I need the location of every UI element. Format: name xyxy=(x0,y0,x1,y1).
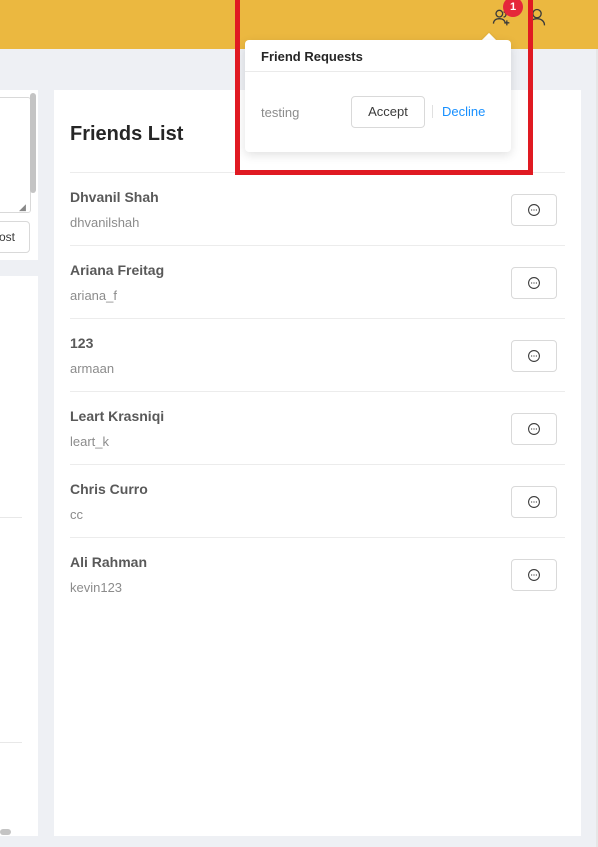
friend-list: Dhvanil Shah dhvanilshah Ariana Freitag … xyxy=(70,172,565,610)
decline-link[interactable]: Decline xyxy=(442,104,485,119)
friends-list-title: Friends List xyxy=(70,123,184,145)
user-icon xyxy=(528,8,546,26)
message-icon xyxy=(528,496,540,508)
action-separator xyxy=(432,105,433,118)
popover-title: Friend Requests xyxy=(261,49,363,64)
message-icon xyxy=(528,350,540,362)
message-icon xyxy=(528,204,540,216)
compose-card: ◢ ost xyxy=(0,90,38,260)
feed-horizontal-scrollbar[interactable] xyxy=(0,829,11,835)
feed-divider xyxy=(0,517,22,518)
friend-username: ariana_f xyxy=(70,288,117,303)
friend-name: Chris Curro xyxy=(70,481,148,497)
friend-username: dhvanilshah xyxy=(70,215,140,230)
friend-name: 123 xyxy=(70,335,94,351)
message-button[interactable] xyxy=(511,413,557,445)
message-button[interactable] xyxy=(511,194,557,226)
friend-name: Ali Rahman xyxy=(70,554,148,570)
feed-divider xyxy=(0,742,22,743)
friend-row: 123 armaan xyxy=(70,318,565,391)
request-sender-name: testing xyxy=(261,105,300,120)
resize-handle-icon[interactable]: ◢ xyxy=(19,202,26,213)
friend-username: armaan xyxy=(70,361,115,376)
friend-requests-popover: Friend Requests testing Accept Decline xyxy=(245,40,511,152)
message-icon xyxy=(528,423,540,435)
post-textarea[interactable] xyxy=(0,97,31,213)
message-button[interactable] xyxy=(511,486,557,518)
message-button[interactable] xyxy=(511,340,557,372)
popover-divider xyxy=(245,71,511,72)
message-button[interactable] xyxy=(511,559,557,591)
friend-row: Dhvanil Shah dhvanilshah xyxy=(70,172,565,245)
friends-panel: Friends List Dhvanil Shah dhvanilshah Ar… xyxy=(54,90,581,836)
friend-row: Ariana Freitag ariana_f xyxy=(70,245,565,318)
notification-count-badge: 1 xyxy=(503,0,523,17)
accept-button[interactable]: Accept xyxy=(351,96,425,128)
feed-card xyxy=(0,276,38,836)
message-icon xyxy=(528,569,540,581)
textarea-scrollbar[interactable] xyxy=(30,93,36,193)
friend-name: Dhvanil Shah xyxy=(70,189,159,205)
message-icon xyxy=(528,277,540,289)
profile-button[interactable] xyxy=(526,6,548,28)
friend-username: cc xyxy=(70,507,83,522)
friend-username: leart_k xyxy=(70,434,110,449)
post-button[interactable]: ost xyxy=(0,221,30,253)
friend-row: Leart Krasniqi leart_k xyxy=(70,391,565,464)
friend-name: Ariana Freitag xyxy=(70,262,165,278)
friend-username: kevin123 xyxy=(70,580,123,595)
friend-row: Ali Rahman kevin123 xyxy=(70,537,565,610)
message-button[interactable] xyxy=(511,267,557,299)
friend-row: Chris Curro cc xyxy=(70,464,565,537)
friend-name: Leart Krasniqi xyxy=(70,408,165,424)
